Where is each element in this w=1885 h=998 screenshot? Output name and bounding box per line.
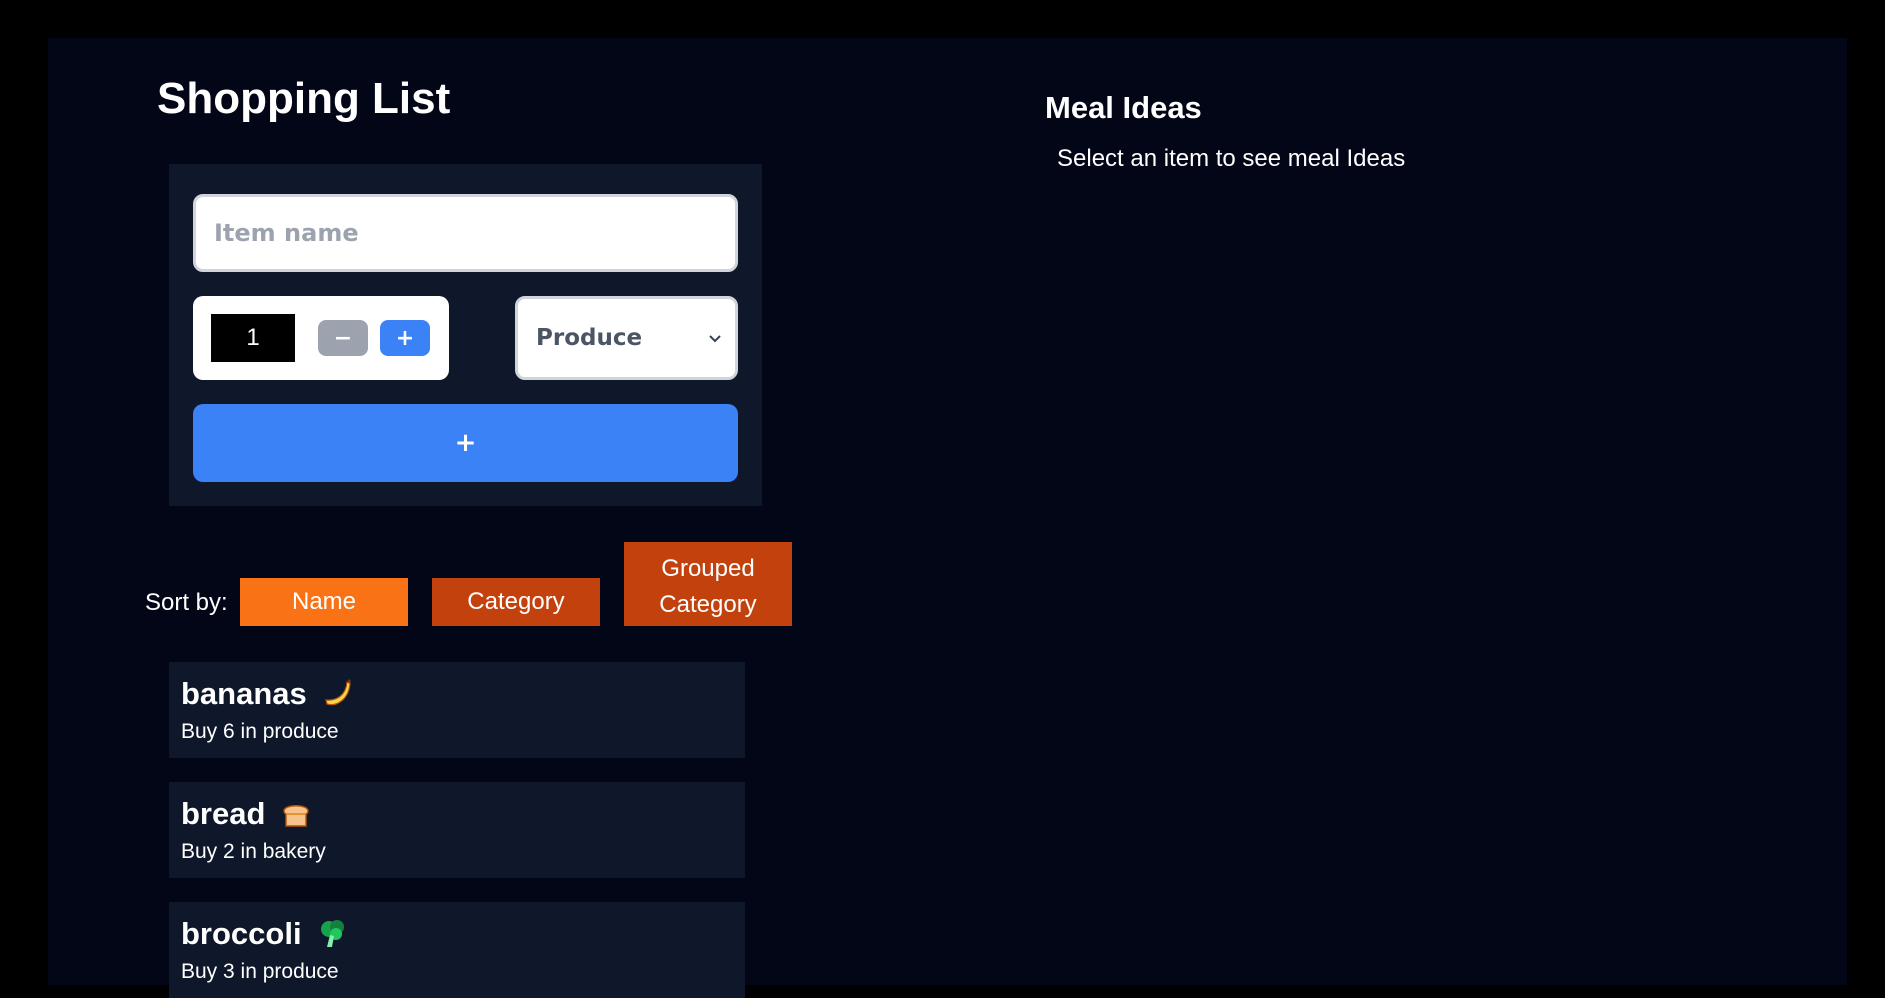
broccoli-icon	[320, 920, 344, 947]
sort-by-name-button[interactable]: Name	[240, 578, 408, 626]
list-item[interactable]: bananas Buy 6 in produce	[169, 662, 745, 758]
category-selected-value: Produce	[536, 325, 643, 351]
new-item-form: 1 − + Produce +	[169, 164, 762, 506]
sort-by-name-label: Name	[291, 588, 357, 615]
page-title: Shopping List	[157, 74, 451, 123]
decrement-button[interactable]: −	[318, 320, 368, 356]
category-select[interactable]: Produce	[515, 296, 738, 380]
sort-by-category-button[interactable]: Category	[432, 578, 600, 626]
meal-ideas-title: Meal Ideas	[1045, 90, 1202, 125]
sort-by-category-label: Category	[467, 588, 565, 615]
item-title-row: broccoli	[181, 916, 350, 952]
bread-icon	[283, 805, 310, 827]
item-name-input[interactable]	[193, 194, 738, 272]
chevron-down-icon	[709, 335, 721, 343]
increment-button[interactable]: +	[380, 320, 430, 356]
banana-icon	[324, 679, 351, 706]
item-description: Buy 6 in produce	[181, 720, 339, 743]
sort-by-grouped-category-button[interactable]: Grouped Category	[624, 542, 792, 626]
list-item[interactable]: bread Buy 2 in bakery	[169, 782, 745, 878]
item-name: bananas	[181, 676, 307, 711]
meal-ideas-hint: Select an item to see meal Ideas	[1057, 145, 1406, 172]
item-description: Buy 3 in produce	[181, 960, 339, 983]
add-item-button[interactable]: +	[193, 404, 738, 482]
sort-label: Sort by:	[145, 589, 228, 616]
grouped-label-line2: Category	[659, 591, 757, 618]
list-item[interactable]: broccoli Buy 3 in produce	[169, 902, 745, 998]
grouped-label-line1: Grouped	[661, 555, 755, 582]
item-title-row: bananas	[181, 676, 355, 712]
item-description: Buy 2 in bakery	[181, 840, 326, 863]
item-name: bread	[181, 796, 266, 831]
quantity-value: 1	[211, 314, 295, 362]
item-name: broccoli	[181, 916, 302, 951]
quantity-stepper: 1 − +	[193, 296, 449, 380]
item-title-row: bread	[181, 796, 313, 832]
